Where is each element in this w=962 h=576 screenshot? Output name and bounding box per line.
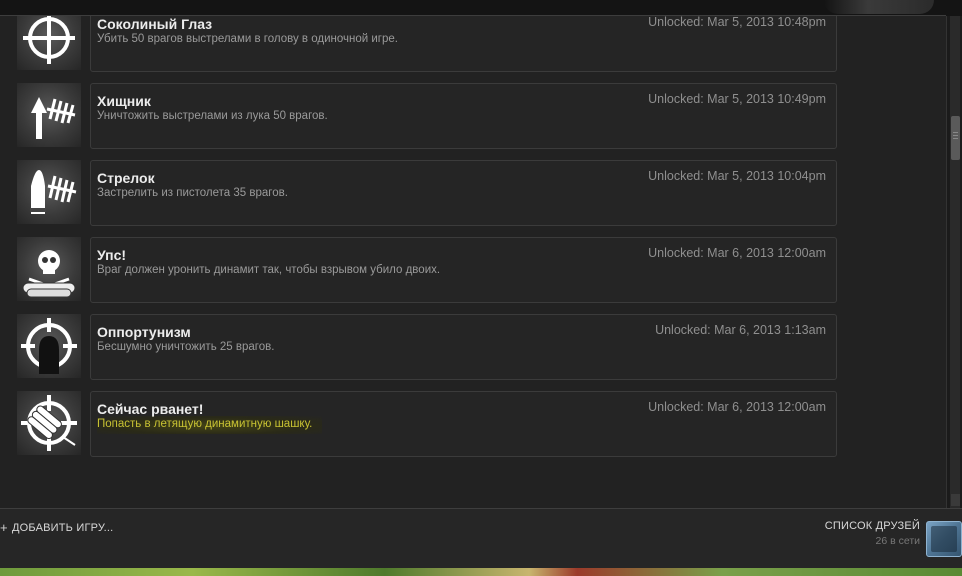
- achievement-card: Упс! Враг должен уронить динамит так, чт…: [90, 237, 837, 303]
- achievement-title: Оппортунизм: [97, 324, 191, 340]
- achievements-list: Соколиный Глаз Убить 50 врагов выстрелам…: [0, 16, 946, 508]
- achievement-card: Стрелок Застрелить из пистолета 35 враго…: [90, 160, 837, 226]
- achievement-unlock-date: Unlocked: Mar 6, 2013 1:13am: [655, 323, 826, 337]
- achievement-title: Соколиный Глаз: [97, 16, 213, 32]
- achievement-row[interactable]: Соколиный Глаз Убить 50 врагов выстрелам…: [17, 16, 837, 72]
- silhouette-crosshair-icon: [17, 314, 81, 378]
- footer-bar: + ДОБАВИТЬ ИГРУ... СПИСОК ДРУЗЕЙ 26 в се…: [0, 508, 962, 568]
- achievement-description: Попасть в летящую динамитную шашку.: [97, 416, 323, 434]
- friends-list-label: СПИСОК ДРУЗЕЙ: [824, 520, 920, 532]
- achievement-description: Бесшумно уничтожить 25 врагов.: [97, 341, 275, 353]
- skull-dynamite-icon: [17, 237, 81, 301]
- achievement-unlock-date: Unlocked: Mar 5, 2013 10:04pm: [648, 169, 826, 183]
- achievement-unlock-date: Unlocked: Mar 5, 2013 10:49pm: [648, 92, 826, 106]
- achievement-row[interactable]: Сейчас рванет! Попасть в летящую динамит…: [17, 391, 837, 457]
- dynamite-crosshair-icon: [17, 391, 81, 455]
- scroll-down-button[interactable]: [951, 494, 960, 506]
- achievement-description: Враг должен уронить динамит так, чтобы в…: [97, 264, 441, 276]
- achievement-card: Хищник Уничтожить выстрелами из лука 50 …: [90, 83, 837, 149]
- desktop-background-strip: [0, 568, 962, 576]
- achievement-title: Хищник: [97, 93, 151, 109]
- friends-avatar[interactable]: [926, 521, 962, 557]
- plus-icon: +: [0, 520, 8, 535]
- achievement-card: Сейчас рванет! Попасть в летящую динамит…: [90, 391, 837, 457]
- achievement-unlock-date: Unlocked: Mar 5, 2013 10:48pm: [648, 16, 826, 29]
- achievement-title: Упс!: [97, 247, 127, 263]
- achievement-row[interactable]: Стрелок Застрелить из пистолета 35 враго…: [17, 160, 837, 226]
- achievement-description: Застрелить из пистолета 35 врагов.: [97, 187, 288, 199]
- achievement-row[interactable]: Оппортунизм Бесшумно уничтожить 25 враго…: [17, 314, 837, 380]
- achievement-title: Сейчас рванет!: [97, 401, 204, 417]
- scroll-thumb[interactable]: [951, 116, 960, 160]
- add-game-button[interactable]: + ДОБАВИТЬ ИГРУ...: [0, 520, 113, 535]
- add-game-label: ДОБАВИТЬ ИГРУ...: [12, 521, 114, 534]
- top-strip: [0, 0, 962, 16]
- window-chrome-blur: [824, 0, 934, 14]
- bullet-tally-icon: [17, 160, 81, 224]
- achievement-description: Уничтожить выстрелами из лука 50 врагов.: [97, 110, 328, 122]
- achievement-unlock-date: Unlocked: Mar 6, 2013 12:00am: [648, 246, 826, 260]
- achievement-row[interactable]: Хищник Уничтожить выстрелами из лука 50 …: [17, 83, 837, 149]
- scroll-grip-icon: [953, 132, 958, 133]
- crosshair-icon: [17, 16, 81, 70]
- achievement-unlock-date: Unlocked: Mar 6, 2013 12:00am: [648, 400, 826, 414]
- friends-online-count: 26 в сети: [875, 535, 920, 547]
- vertical-scrollbar[interactable]: [946, 16, 962, 508]
- achievement-row[interactable]: Упс! Враг должен уронить динамит так, чт…: [17, 237, 837, 303]
- scroll-track[interactable]: [950, 16, 960, 508]
- achievement-card: Оппортунизм Бесшумно уничтожить 25 враго…: [90, 314, 837, 380]
- achievement-description: Убить 50 врагов выстрелами в голову в од…: [97, 33, 398, 45]
- arrow-tally-icon: [17, 83, 81, 147]
- achievement-title: Стрелок: [97, 170, 155, 186]
- friends-list-button[interactable]: СПИСОК ДРУЗЕЙ 26 в сети: [825, 520, 920, 547]
- achievement-card: Соколиный Глаз Убить 50 врагов выстрелам…: [90, 16, 837, 72]
